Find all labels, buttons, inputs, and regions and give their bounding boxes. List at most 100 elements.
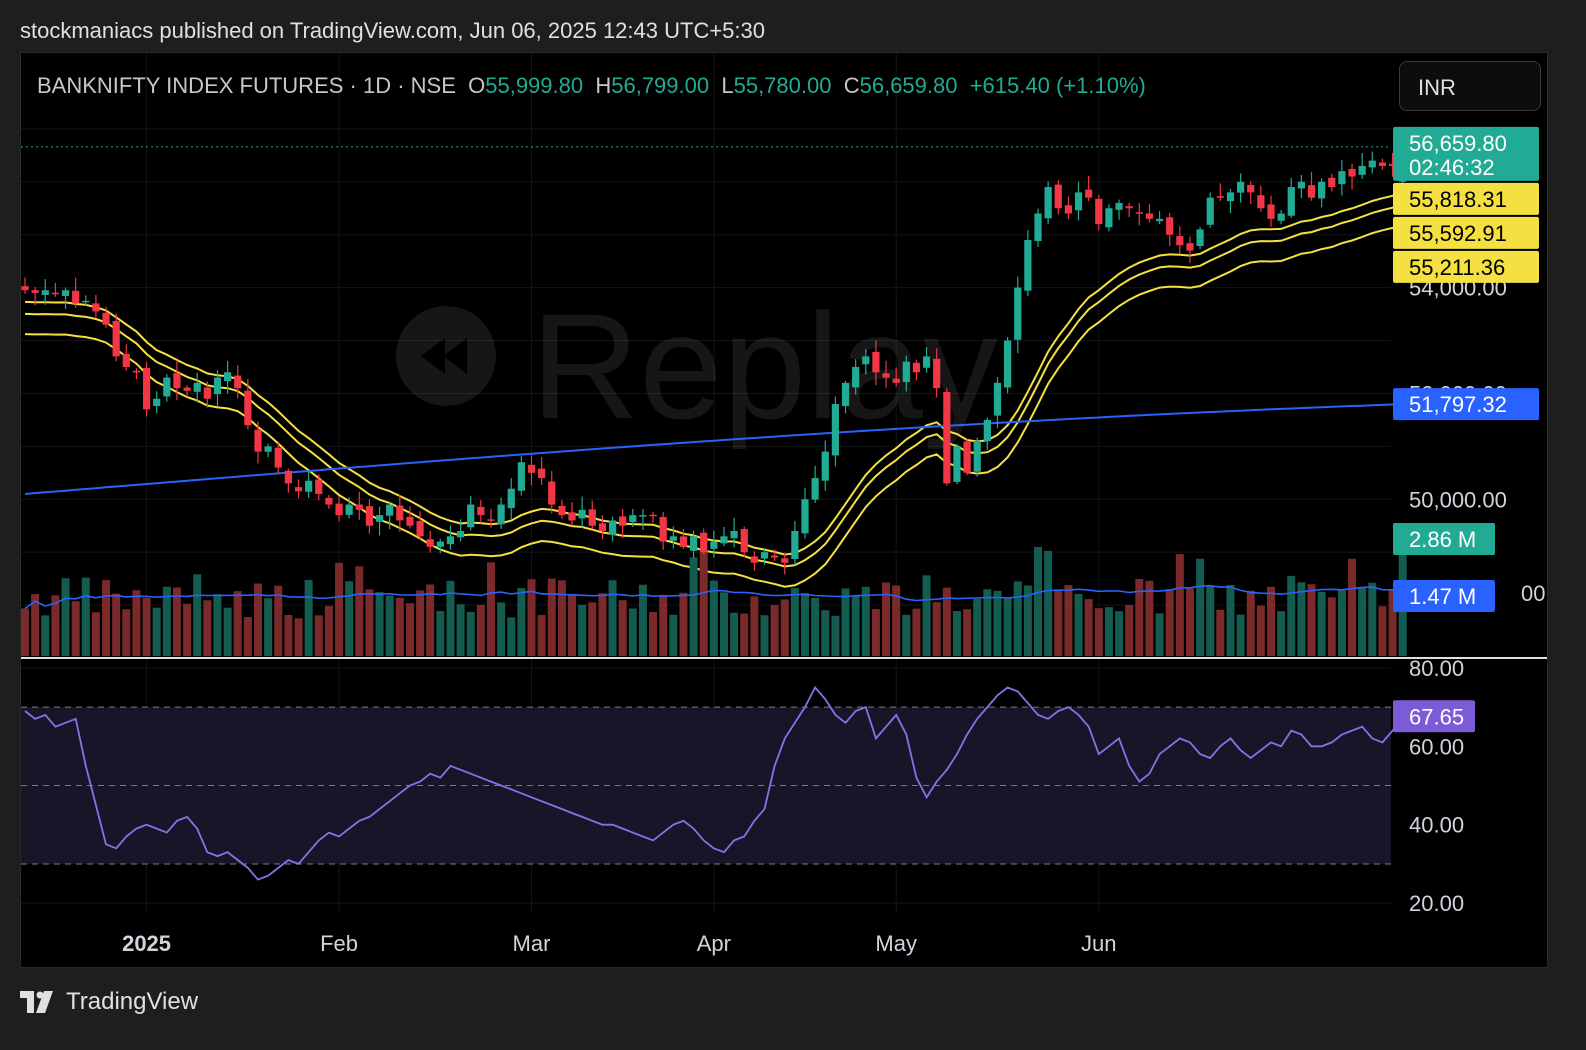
candle-body [679,536,688,547]
volume-bar [1236,614,1245,656]
volume-bar [1297,582,1306,656]
volume-bar [1013,581,1022,656]
volume-bar [1064,584,1073,656]
price-badge: 51,797.32 [1393,388,1539,421]
candle-body [1348,168,1356,177]
candle-body [1226,192,1235,202]
candle-body [639,515,647,517]
candle-body [983,419,991,442]
volume-bar [294,618,303,656]
price-badge: 55,818.31 [1393,182,1539,215]
volume-bar [416,590,425,656]
candle-body [993,382,1002,416]
currency-button[interactable]: INR [1399,61,1541,111]
price-badge-text: 55,818.31 [1409,187,1507,212]
volume-bar [598,593,607,656]
volume-bar [952,611,961,656]
rsi-axis-label: 80.00 [1409,656,1464,681]
volume-bar [578,604,587,656]
candle-body [426,539,434,547]
x-axis-label: 2025 [122,931,171,956]
candle-body [345,504,353,515]
volume-bar [405,603,414,656]
volume-bar [689,557,698,656]
candle-body [1186,243,1194,251]
volume-badge-text: 1.47 M [1409,584,1476,609]
volume-bar [699,550,708,656]
price-badge-text: 51,797.32 [1409,392,1507,417]
volume-bar [1256,605,1265,656]
candle-body [1216,196,1224,198]
volume-bar [335,562,344,656]
price-badge: 56,659.8002:46:32 [1393,126,1539,181]
volume-bar [1246,590,1255,656]
candle-body [51,292,59,295]
candle-body [173,373,181,389]
candle-body [1115,202,1123,210]
volume-bar [790,587,799,656]
symbol-label[interactable]: BANKNIFTY INDEX FUTURES · 1D · NSE [37,73,456,98]
candle-body [122,353,130,367]
candle-body [821,451,829,481]
volume-bar [274,585,283,656]
volume-bar [719,592,728,656]
candle-body [305,480,313,492]
chart-canvas[interactable]: Replay54,000.0052,000.0050,000.000080.00… [21,53,1548,968]
candle-body [548,481,556,505]
volume-bar [264,598,273,656]
rsi-axis-label: 40.00 [1409,813,1464,838]
volume-bar [882,582,891,656]
close-key: C [843,73,860,98]
candle-body [852,366,860,388]
volume-bar [1348,558,1357,656]
volume-bar [324,605,333,656]
volume-bar [243,617,252,656]
volume-bar [628,608,637,656]
candle-body [973,441,981,472]
brand-name: TradingView [66,988,199,1015]
volume-bar [1226,585,1235,656]
volume-axis-label: 00 [1521,581,1545,606]
price-badge-text: 55,592.91 [1409,221,1507,246]
candle-body [538,468,546,479]
candle-body [1378,162,1387,166]
volume-bar [608,580,617,656]
tradingview-logo[interactable]: TradingView [20,988,198,1016]
chart-frame[interactable]: Replay54,000.0052,000.0050,000.000080.00… [20,52,1548,968]
volume-bar [659,594,668,656]
candle-body [315,479,323,494]
volume-bar [770,604,779,656]
candle-body [1358,165,1366,175]
candle-body [375,515,384,522]
candle-body [446,536,455,545]
volume-bar [436,610,445,656]
volume-bar [1034,546,1042,656]
volume-bar [1327,597,1336,656]
candle-body [477,506,485,516]
candle-body [781,558,789,563]
candle-body [558,505,566,516]
candle-body [1074,192,1083,211]
volume-bar [1368,582,1377,656]
volume-bar [537,615,546,656]
volume-bar [284,615,293,656]
volume-bar [547,578,556,656]
price-badge: 55,592.91 [1393,216,1539,249]
candle-body [1318,181,1326,199]
candle-body [21,286,29,291]
candle-body [963,441,971,473]
candle-body [771,555,779,558]
candle-body [1196,229,1204,247]
candle-body [1328,177,1336,188]
candle-body [406,516,414,526]
candle-body [1034,213,1042,242]
candle-body [456,531,465,538]
candle-body [922,356,931,368]
candle-body [72,290,80,304]
candle-body [1095,198,1103,225]
candle-body [224,372,232,382]
volume-bar [588,602,597,656]
candle-body [902,361,910,382]
publisher-line: stockmaniacs published on TradingView.co… [20,18,765,43]
candle-body [892,378,900,383]
